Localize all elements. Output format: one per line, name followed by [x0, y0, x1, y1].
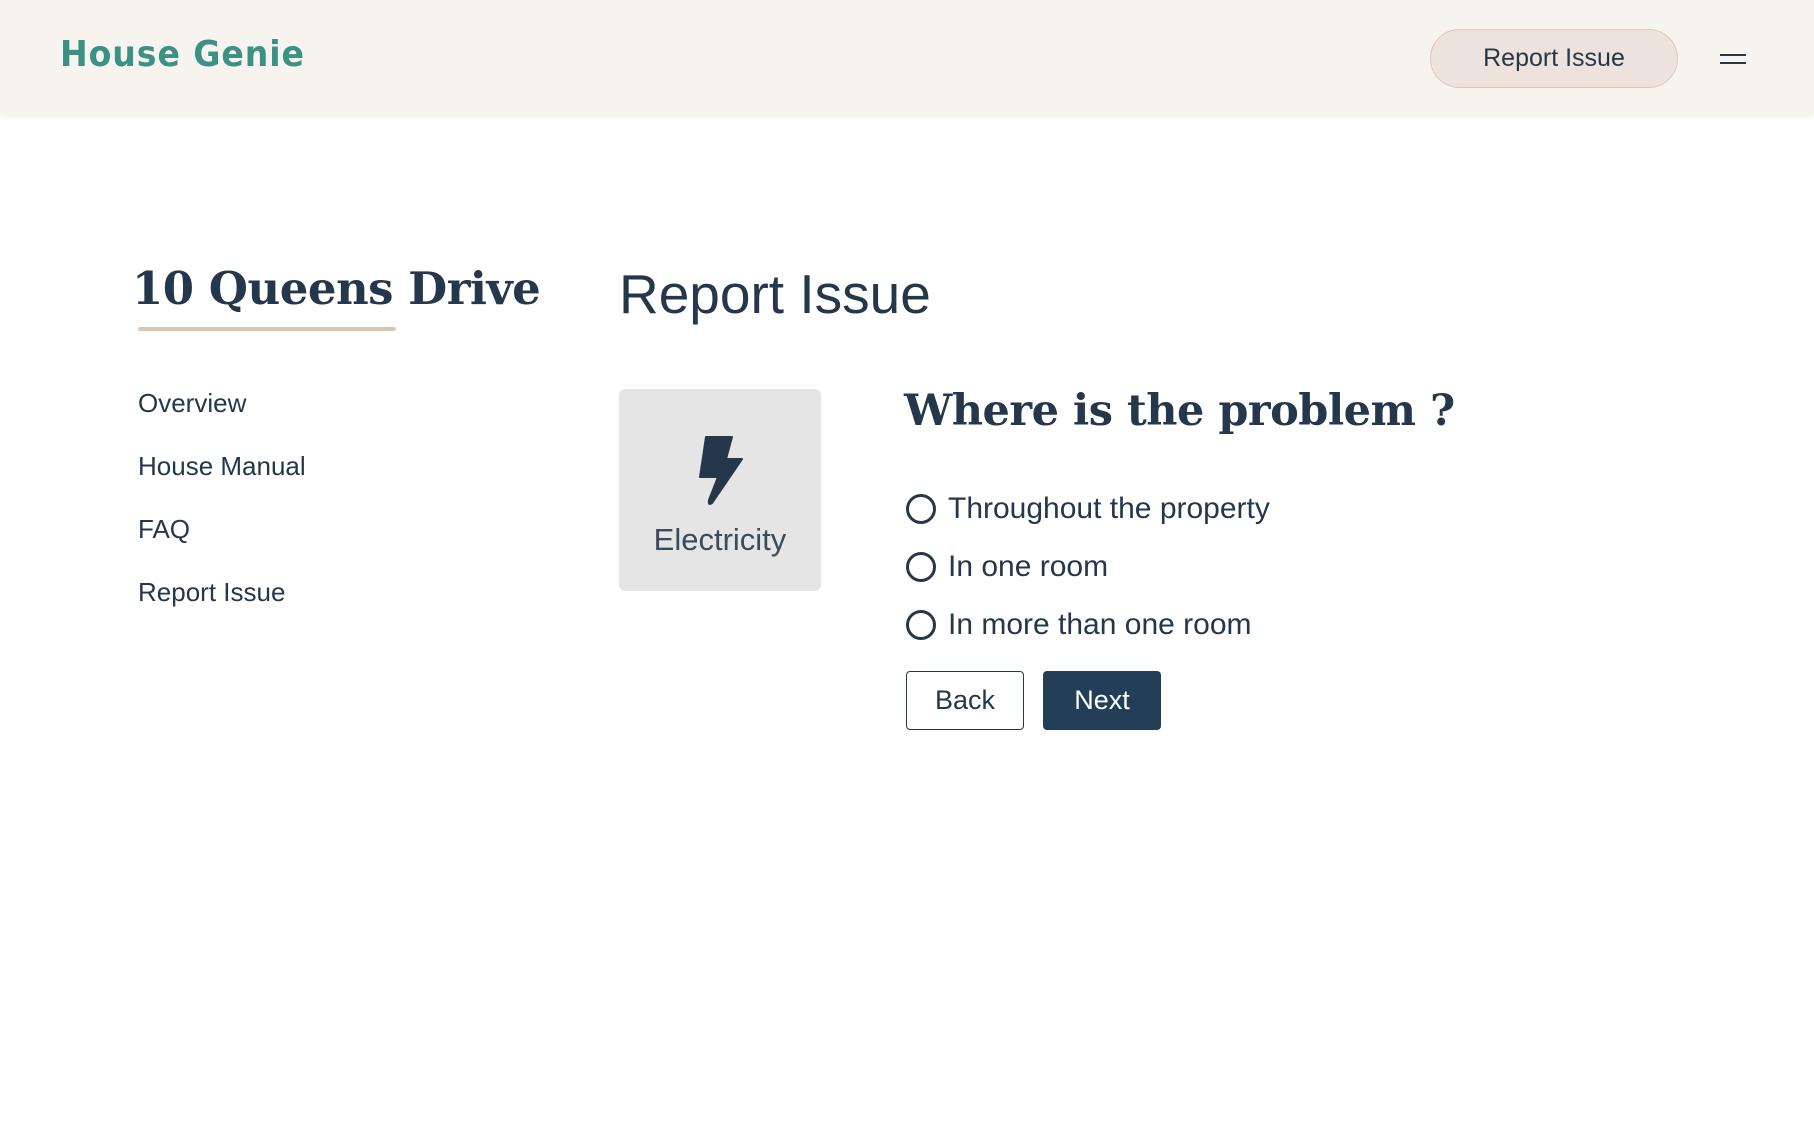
brand-logo[interactable]: House Genie [60, 34, 305, 75]
sidebar-item-report-issue[interactable]: Report Issue [138, 577, 306, 640]
hamburger-menu-icon[interactable] [1720, 52, 1746, 68]
back-button[interactable]: Back [906, 671, 1024, 730]
title-underline [138, 327, 396, 331]
sidebar-item-faq[interactable]: FAQ [138, 514, 306, 577]
report-issue-header-button[interactable]: Report Issue [1430, 29, 1678, 88]
menu-line [1720, 62, 1746, 64]
option-label: In one room [948, 550, 1109, 583]
radio-button[interactable] [906, 494, 936, 524]
radio-button[interactable] [906, 610, 936, 640]
sidebar-nav: Overview House Manual FAQ Report Issue [138, 388, 306, 640]
option-label: In more than one room [948, 608, 1252, 641]
category-label: Electricity [653, 522, 787, 557]
top-header: House Genie Report Issue [0, 0, 1814, 115]
menu-line [1720, 54, 1746, 56]
property-title: 10 Queens Drive [132, 262, 541, 315]
page-title: Report Issue [619, 263, 931, 325]
lightning-bolt-icon [699, 436, 743, 505]
sidebar-item-overview[interactable]: Overview [138, 388, 306, 451]
next-button[interactable]: Next [1043, 671, 1161, 730]
category-card-electricity: Electricity [619, 389, 821, 591]
option-throughout-property[interactable]: Throughout the property [906, 480, 1270, 538]
sidebar-item-house-manual[interactable]: House Manual [138, 451, 306, 514]
option-label: Throughout the property [948, 492, 1270, 525]
option-one-room[interactable]: In one room [906, 538, 1270, 596]
option-more-than-one-room[interactable]: In more than one room [906, 596, 1270, 654]
question-heading: Where is the problem ? [904, 386, 1455, 436]
radio-button[interactable] [906, 552, 936, 582]
location-options: Throughout the property In one room In m… [906, 480, 1270, 654]
